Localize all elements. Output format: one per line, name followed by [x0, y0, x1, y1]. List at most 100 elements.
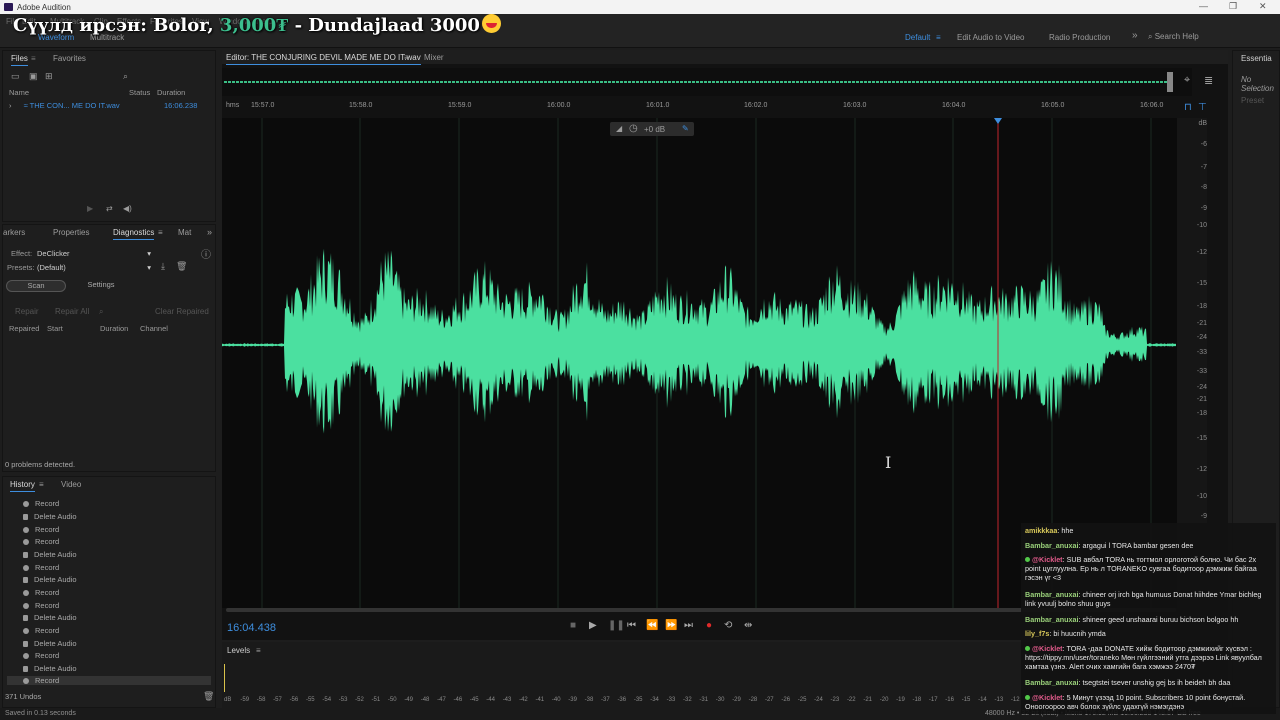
level-tick: -47: [437, 697, 446, 703]
files-panel-menu-icon[interactable]: ≡: [31, 54, 36, 63]
history-item[interactable]: Delete Audio: [23, 639, 77, 648]
column-name[interactable]: Name: [9, 88, 29, 97]
column-duration[interactable]: Duration: [100, 324, 128, 333]
save-preset-icon[interactable]: ⤓: [161, 261, 165, 272]
workspace-radio-production[interactable]: Radio Production: [1049, 33, 1110, 42]
record-button-icon[interactable]: ●: [706, 620, 712, 631]
history-item[interactable]: Delete Audio: [23, 664, 77, 673]
tab-essential-sound[interactable]: Essentia: [1241, 54, 1272, 63]
gain-knob-icon[interactable]: ◷: [629, 123, 638, 134]
overview-waveform[interactable]: [222, 68, 1192, 96]
more-workspaces-icon[interactable]: »: [1132, 30, 1138, 41]
diagnostics-menu-icon[interactable]: ≡: [158, 228, 163, 237]
marker-snap-icon[interactable]: ⊤: [1198, 102, 1207, 113]
more-tabs-icon[interactable]: »: [207, 227, 212, 237]
column-channel[interactable]: Channel: [140, 324, 168, 333]
column-duration[interactable]: Duration: [157, 88, 185, 97]
zoom-to-icon[interactable]: ⌕: [99, 307, 103, 317]
expand-chevron-icon[interactable]: ›: [9, 101, 12, 110]
repair-button[interactable]: Repair: [15, 307, 39, 316]
editor-menu-icon[interactable]: ≡: [404, 53, 409, 62]
levels-title[interactable]: Levels: [227, 646, 250, 655]
pause-icon[interactable]: ❚❚: [608, 620, 625, 631]
delete-preset-icon[interactable]: 🗑: [176, 261, 187, 272]
file-row[interactable]: › ≈ THE CON... ME DO IT.wav 16:06.238: [9, 101, 209, 110]
zoom-magnet-icon[interactable]: ⊓: [1184, 102, 1192, 113]
tab-markers[interactable]: arkers: [3, 228, 25, 237]
overview-scroll-handle[interactable]: [1167, 72, 1173, 92]
ruler-unit: hms: [226, 102, 240, 109]
workspace-menu-icon[interactable]: ≡: [936, 33, 941, 42]
close-icon[interactable]: ✕: [1259, 1, 1267, 12]
tab-history[interactable]: History: [10, 480, 35, 492]
import-file-icon[interactable]: ▣: [29, 71, 38, 82]
go-to-start-icon[interactable]: ⏮: [627, 620, 636, 631]
history-item[interactable]: Record: [23, 651, 59, 660]
search-help[interactable]: ⌕ Search Help: [1148, 32, 1228, 44]
search-files-icon[interactable]: ⌕: [123, 71, 128, 82]
history-menu-icon[interactable]: ≡: [39, 480, 44, 489]
history-item-selected[interactable]: Record: [7, 676, 211, 685]
presets-select[interactable]: (Default) ▾: [37, 263, 151, 272]
loop-preview-icon[interactable]: ⇄: [106, 204, 113, 213]
tab-favorites[interactable]: Favorites: [53, 54, 86, 63]
history-item[interactable]: Delete Audio: [23, 613, 77, 622]
record-icon: [23, 653, 29, 659]
history-item[interactable]: Delete Audio: [23, 550, 77, 559]
time-ruler[interactable]: hms 15:57.0 15:58.0 15:59.0 16:00.0 16:0…: [222, 102, 1202, 116]
ruler-tick: 15:59.0: [448, 102, 472, 109]
play-icon[interactable]: ▶: [589, 620, 597, 631]
tab-editor[interactable]: Editor: THE CONJURING DEVIL MADE ME DO I…: [226, 53, 421, 65]
history-item[interactable]: Record: [23, 588, 59, 597]
history-item[interactable]: Record: [23, 601, 59, 610]
clear-repaired-button[interactable]: Clear Repaired: [155, 307, 209, 316]
history-item[interactable]: Record: [23, 537, 59, 546]
workspace-default[interactable]: Default: [905, 33, 930, 42]
effect-select[interactable]: DeClicker ▾: [37, 249, 151, 258]
column-repaired[interactable]: Repaired: [9, 324, 39, 333]
current-time-display[interactable]: 16:04.438: [227, 622, 276, 634]
history-item[interactable]: Record: [23, 626, 59, 635]
stop-icon[interactable]: ■: [570, 620, 576, 631]
restore-icon[interactable]: ❐: [1229, 1, 1237, 12]
open-file-icon[interactable]: ▭: [11, 71, 20, 82]
tab-files[interactable]: Files: [11, 54, 28, 66]
history-item[interactable]: Delete Audio: [23, 512, 77, 521]
autoplay-icon[interactable]: ◀): [123, 204, 132, 213]
history-item[interactable]: Record: [23, 563, 59, 572]
pin-hud-icon[interactable]: ✎: [682, 124, 689, 133]
level-tick: -51: [371, 697, 381, 703]
history-item[interactable]: Record: [23, 525, 59, 534]
record-icon: [23, 628, 29, 634]
skip-selection-icon[interactable]: ⇹: [744, 620, 752, 631]
levels-menu-icon[interactable]: ≡: [256, 646, 261, 655]
workspace-edit-audio-to-video[interactable]: Edit Audio to Video: [957, 33, 1024, 42]
chat-user: @Kicklet: [1032, 693, 1063, 702]
column-status[interactable]: Status: [129, 88, 150, 97]
column-start[interactable]: Start: [47, 324, 63, 333]
transport-controls: ■ ▶ ❚❚ ⏮ ⏪ ⏩ ⏭ ● ⟲ ⇹: [570, 620, 770, 634]
window-titlebar: Adobe Audition — ❐ ✕: [0, 0, 1280, 14]
tab-properties[interactable]: Properties: [53, 228, 89, 237]
history-item[interactable]: Delete Audio: [23, 575, 77, 584]
hud-gain-control[interactable]: ◢ ◷ +0 dB ✎: [610, 122, 694, 136]
scan-button[interactable]: Scan: [6, 280, 66, 292]
play-preview-icon[interactable]: ▶: [87, 204, 93, 213]
editor-settings-icon[interactable]: ≣: [1204, 74, 1213, 87]
history-item[interactable]: Record: [23, 499, 59, 508]
minimize-icon[interactable]: —: [1199, 1, 1208, 11]
fast-forward-icon[interactable]: ⏩: [665, 620, 677, 631]
info-icon[interactable]: ⓘ: [201, 246, 211, 261]
tab-match[interactable]: Mat: [178, 228, 191, 237]
tab-mixer[interactable]: Mixer: [424, 53, 444, 62]
go-to-end-icon[interactable]: ⏭: [684, 620, 693, 631]
settings-button[interactable]: Settings: [69, 280, 133, 292]
tab-video[interactable]: Video: [61, 480, 81, 489]
zoom-in-amplitude-icon[interactable]: ⌖: [1184, 74, 1190, 87]
repair-all-button[interactable]: Repair All: [55, 307, 89, 316]
loop-playback-icon[interactable]: ⟲: [724, 620, 732, 631]
rewind-icon[interactable]: ⏪: [646, 620, 658, 631]
tab-diagnostics[interactable]: Diagnostics: [113, 228, 155, 240]
delete-history-icon[interactable]: 🗑: [203, 691, 214, 702]
new-file-icon[interactable]: ⊞: [45, 71, 53, 82]
